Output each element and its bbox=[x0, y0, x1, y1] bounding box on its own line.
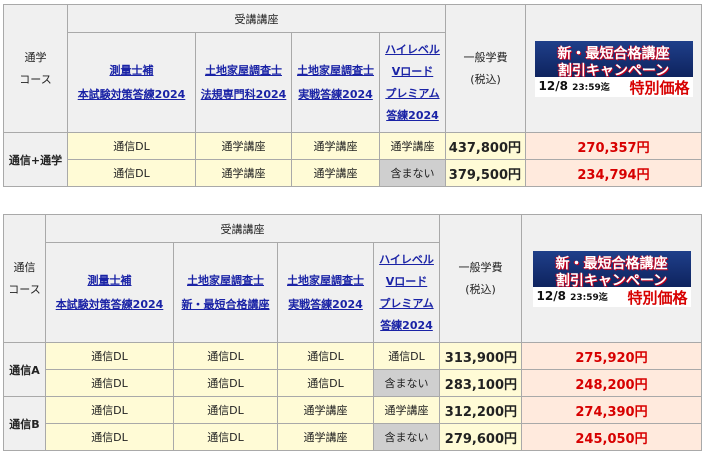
special-price: 275,920円 bbox=[521, 342, 702, 370]
course-link-cell[interactable]: 土地家屋調査士 法規専門科2024 bbox=[195, 32, 292, 133]
banner-price-label: 特別価格 bbox=[629, 78, 690, 97]
course-link-highlevel[interactable]: ハイレベル Vロード プレミアム 答練2024 bbox=[381, 39, 445, 127]
commute-course-table: 通学 コース 受講講座 一般学費 (税込) 新・最短合格講座 割引キャンペーン … bbox=[3, 4, 702, 187]
table-cell: 通信DL bbox=[277, 342, 374, 370]
course-link-practice[interactable]: 土地家屋調査士 実戦答練2024 bbox=[293, 59, 379, 107]
course-link-cell[interactable]: ハイレベル Vロード プレミアム 答練2024 bbox=[379, 32, 446, 133]
course-link-surveyor-exam[interactable]: 測量士補 本試験対策答練2024 bbox=[69, 59, 195, 107]
table-cell: 通信DL bbox=[373, 342, 440, 370]
course-link-cell[interactable]: 測量士補 本試験対策答練2024 bbox=[45, 242, 174, 343]
course-type-header: 通学 コース bbox=[3, 4, 68, 133]
special-price: 234,794円 bbox=[525, 159, 702, 187]
campaign-banner-cell[interactable]: 新・最短合格講座 割引キャンペーン 12/8 23:59迄 特別価格 bbox=[525, 4, 702, 133]
table-cell: 通信DL bbox=[67, 132, 196, 160]
fee-header: 一般学費 (税込) bbox=[445, 4, 526, 133]
table-cell-not-included: 含まない bbox=[373, 423, 440, 451]
regular-fee: 279,600円 bbox=[439, 423, 522, 451]
campaign-banner-cell[interactable]: 新・最短合格講座 割引キャンペーン 12/8 23:59迄 特別価格 bbox=[521, 214, 702, 343]
table-cell: 通学講座 bbox=[277, 396, 374, 424]
table-cell: 通学講座 bbox=[277, 423, 374, 451]
course-link-cell[interactable]: 土地家屋調査士 実戦答練2024 bbox=[291, 32, 380, 133]
regular-fee: 313,900円 bbox=[439, 342, 522, 370]
table-cell: 通学講座 bbox=[195, 159, 292, 187]
regular-fee: 312,200円 bbox=[439, 396, 522, 424]
table-cell: 通信DL bbox=[45, 423, 174, 451]
course-link-cell[interactable]: ハイレベル Vロード プレミアム 答練2024 bbox=[373, 242, 440, 343]
banner-date: 12/8 23:59迄 bbox=[538, 78, 610, 93]
table-cell: 通信DL bbox=[173, 342, 278, 370]
table-cell: 通信DL bbox=[45, 342, 174, 370]
table-cell-not-included: 含まない bbox=[379, 159, 446, 187]
regular-fee: 283,100円 bbox=[439, 369, 522, 397]
fee-header: 一般学費 (税込) bbox=[439, 214, 522, 343]
course-link-cell[interactable]: 土地家屋調査士 新・最短合格講座 bbox=[173, 242, 278, 343]
campaign-banner[interactable]: 新・最短合格講座 割引キャンペーン 12/8 23:59迄 特別価格 bbox=[532, 250, 691, 307]
table-cell: 通学講座 bbox=[195, 132, 292, 160]
table-cell: 通学講座 bbox=[291, 132, 380, 160]
special-price: 245,050円 bbox=[521, 423, 702, 451]
table-cell: 通信DL bbox=[173, 423, 278, 451]
course-link-shortest-pass[interactable]: 土地家屋調査士 新・最短合格講座 bbox=[175, 269, 277, 317]
table-cell: 通信DL bbox=[67, 159, 196, 187]
banner-price-label: 特別価格 bbox=[627, 288, 688, 307]
courses-header: 受講講座 bbox=[45, 214, 440, 243]
regular-fee: 437,800円 bbox=[445, 132, 526, 160]
special-price: 270,357円 bbox=[525, 132, 702, 160]
course-link-law-specialty[interactable]: 土地家屋調査士 法規専門科2024 bbox=[197, 59, 291, 107]
table-cell: 通信DL bbox=[45, 369, 174, 397]
course-link-practice[interactable]: 土地家屋調査士 実戦答練2024 bbox=[279, 269, 373, 317]
table-cell: 通学講座 bbox=[291, 159, 380, 187]
course-link-cell[interactable]: 測量士補 本試験対策答練2024 bbox=[67, 32, 196, 133]
banner-date: 12/8 23:59迄 bbox=[536, 288, 608, 303]
course-link-highlevel[interactable]: ハイレベル Vロード プレミアム 答練2024 bbox=[375, 249, 439, 337]
course-type-header: 通信 コース bbox=[3, 214, 46, 343]
table-cell: 通信DL bbox=[173, 396, 278, 424]
row-label: 通信A bbox=[3, 342, 46, 397]
table-cell: 通学講座 bbox=[379, 132, 446, 160]
special-price: 248,200円 bbox=[521, 369, 702, 397]
course-link-cell[interactable]: 土地家屋調査士 実戦答練2024 bbox=[277, 242, 374, 343]
table-cell: 通学講座 bbox=[373, 396, 440, 424]
row-label: 通信+通学 bbox=[3, 132, 68, 187]
correspondence-course-table: 通信 コース 受講講座 一般学費 (税込) 新・最短合格講座 割引キャンペーン … bbox=[3, 214, 702, 451]
courses-header: 受講講座 bbox=[67, 4, 446, 33]
special-price: 274,390円 bbox=[521, 396, 702, 424]
row-label: 通信B bbox=[3, 396, 46, 451]
course-link-surveyor-exam[interactable]: 測量士補 本試験対策答練2024 bbox=[47, 269, 173, 317]
regular-fee: 379,500円 bbox=[445, 159, 526, 187]
table-cell-not-included: 含まない bbox=[373, 369, 440, 397]
table-cell: 通信DL bbox=[277, 369, 374, 397]
campaign-banner[interactable]: 新・最短合格講座 割引キャンペーン 12/8 23:59迄 特別価格 bbox=[534, 40, 693, 97]
table-cell: 通信DL bbox=[45, 396, 174, 424]
table-cell: 通信DL bbox=[173, 369, 278, 397]
